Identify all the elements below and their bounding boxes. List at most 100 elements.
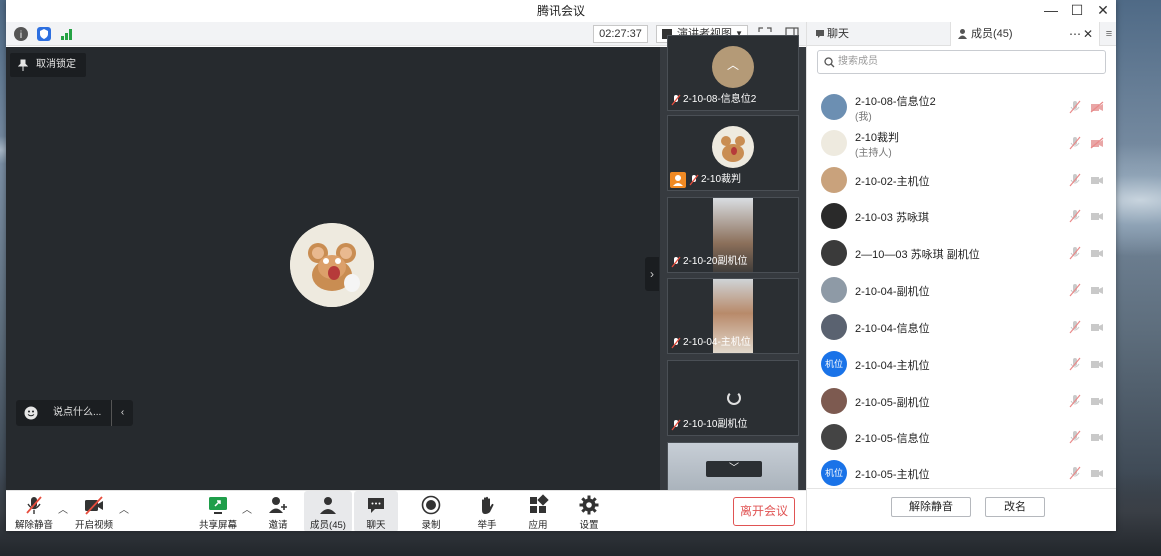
chat-icon [368,498,384,513]
mic-off-icon [671,94,681,106]
camera-off-icon[interactable] [1090,358,1104,370]
panel-tabs: 聊天 成员(45) ✕ ⋯ ≡ [807,22,1116,46]
camera-off-icon[interactable] [1090,467,1104,479]
tile-name-label: 2-10-10副机位 [671,418,747,432]
avatar [821,240,847,266]
add-user-icon [269,497,287,513]
member-row[interactable]: 2-10裁判 (主持人) [807,126,1116,160]
video-tile[interactable]: ︿ 2-10-08-信息位2 [667,35,799,111]
chat-icon [816,30,824,38]
tile-name-label: 2-10-08-信息位2 [671,93,756,107]
member-name: 2-10-08-信息位2 [855,96,936,108]
chevron-left-icon[interactable]: ‹ [111,400,133,426]
scroll-down-button[interactable]: ﹀ [706,461,762,477]
camera-off-icon[interactable] [1090,174,1104,186]
member-name: 2-10-04-副机位 [855,286,930,298]
tab-members[interactable]: 成员(45) ✕ ⋯ [950,22,1100,46]
camera-off-icon[interactable] [1090,431,1104,443]
gear-icon [579,495,599,515]
meeting-timer: 02:27:37 [593,25,648,43]
mic-off-icon[interactable] [1069,357,1081,371]
camera-off-icon[interactable] [1090,321,1104,333]
start-video-button[interactable]: 开启视频 [70,491,118,531]
camera-off-icon[interactable] [1090,101,1104,113]
unmute-all-button[interactable]: 解除静音 [891,497,971,517]
signal-icon[interactable] [60,27,74,41]
mic-off-icon [26,496,42,514]
record-button[interactable]: 录制 [407,491,455,531]
close-icon[interactable]: ✕ [1083,22,1093,46]
info-icon[interactable]: i [14,27,28,41]
mic-off-icon[interactable] [1069,466,1081,480]
collapse-strip-button[interactable]: › [645,257,659,291]
members-icon [958,29,967,39]
leave-meeting-button[interactable]: 离开会议 [733,497,795,526]
audio-options-caret[interactable]: ︿ [58,501,68,516]
host-icon [670,172,686,188]
unmute-button[interactable]: 解除静音 [10,491,58,531]
mic-off-icon[interactable] [1069,136,1081,150]
mic-off-icon[interactable] [1069,246,1081,260]
camera-off-icon[interactable] [1090,247,1104,259]
more-icon[interactable]: ⋯ [1069,22,1081,46]
member-row[interactable]: 2-10-05-副机位 [807,384,1116,418]
video-tile[interactable]: 2-10-10副机位 [667,360,799,436]
member-row[interactable]: 2-10-08-信息位2 (我) [807,90,1116,124]
mic-off-icon[interactable] [1069,209,1081,223]
mic-off-icon[interactable] [1069,394,1081,408]
tab-chat[interactable]: 聊天 [811,22,949,46]
camera-off-icon[interactable] [1090,284,1104,296]
apps-button[interactable]: 应用 [514,491,562,531]
camera-off-icon [85,496,103,515]
camera-off-icon[interactable] [1090,395,1104,407]
video-options-caret[interactable]: ︿ [119,501,129,516]
share-options-caret[interactable]: ︿ [242,501,252,516]
member-name: 2-10-02-主机位 [855,176,930,188]
video-tile[interactable]: 2-10裁判 [667,115,799,191]
video-tile[interactable]: 2-10-20副机位 [667,197,799,273]
speaker-avatar [290,223,374,307]
members-button[interactable]: 成员(45) [304,491,352,531]
mic-off-icon[interactable] [1069,173,1081,187]
member-row[interactable]: 2-10-04-副机位 [807,273,1116,307]
unpin-button[interactable]: 取消锁定 [10,53,86,77]
member-row[interactable]: 2-10-02-主机位 [807,163,1116,197]
panel-menu-icon[interactable]: ≡ [1101,22,1116,46]
emoji-icon[interactable] [24,406,38,420]
camera-off-icon[interactable] [1090,137,1104,149]
chevron-up-icon[interactable]: ︿ [726,56,740,72]
mic-off-icon [671,419,681,431]
settings-button[interactable]: 设置 [565,491,613,531]
maximize-button[interactable]: ☐ [1064,0,1090,22]
mic-off-icon[interactable] [1069,430,1081,444]
member-row[interactable]: 2-10-04-信息位 [807,310,1116,344]
members-panel: 聊天 成员(45) ✕ ⋯ ≡ 搜索成员 2-10-08-信息位2 (我) 2-10… [806,22,1116,531]
share-screen-button[interactable]: 共享屏幕 [194,491,242,531]
invite-button[interactable]: 邀请 [254,491,302,531]
member-row[interactable]: 机位 2-10-05-主机位 [807,456,1116,490]
close-button[interactable]: ✕ [1090,0,1116,22]
mic-off-icon[interactable] [1069,320,1081,334]
tile-name-label: 2-10裁判 [689,173,741,187]
minimize-button[interactable]: — [1038,0,1064,22]
member-row[interactable]: 2—10—03 苏咏琪 副机位 [807,236,1116,270]
member-row[interactable]: 2-10-05-信息位 [807,420,1116,454]
mic-off-icon[interactable] [1069,100,1081,114]
shield-icon[interactable] [37,27,51,41]
mic-off-icon [689,174,699,186]
mic-off-icon[interactable] [1069,283,1081,297]
avatar [821,424,847,450]
window-title: 腾讯会议 [536,4,585,18]
member-search-input[interactable]: 搜索成员 [817,50,1106,74]
member-row[interactable]: 2-10-03 苏咏琪 [807,199,1116,233]
quick-chat-box[interactable]: 说点什么... ‹ [16,400,133,426]
rename-button[interactable]: 改名 [985,497,1045,517]
chevron-down-icon: ﹀ [729,463,739,474]
video-tile[interactable]: 2-10-04-主机位 [667,278,799,354]
raise-hand-button[interactable]: 举手 [463,491,511,531]
member-row[interactable]: 机位 2-10-04-主机位 [807,347,1116,381]
mic-off-icon [671,337,681,349]
pin-icon [18,59,28,71]
chat-button[interactable]: 聊天 [354,491,398,531]
camera-off-icon[interactable] [1090,210,1104,222]
